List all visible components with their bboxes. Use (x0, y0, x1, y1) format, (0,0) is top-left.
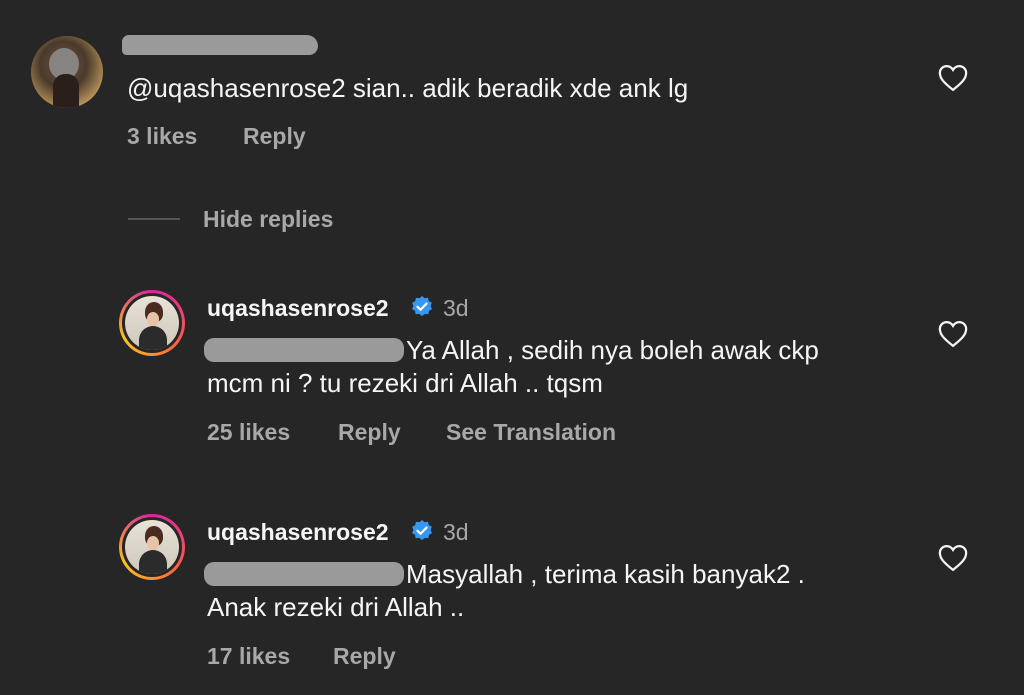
heart-outline-icon[interactable] (938, 544, 968, 572)
commenter-avatar[interactable] (31, 36, 103, 108)
reply-text-line-1: Masyallah , terima kasih banyak2 . (406, 559, 805, 589)
profile-photo (125, 296, 179, 350)
comment-likes[interactable]: 3 likes (127, 123, 197, 150)
reply-likes[interactable]: 25 likes (207, 419, 290, 446)
comment-text: @uqashasenrose2 sian.. adik beradik xde … (127, 73, 689, 103)
redacted-username (122, 35, 318, 55)
reply-button[interactable]: Reply (243, 123, 306, 150)
reply-button[interactable]: Reply (338, 419, 401, 446)
redacted-mention (204, 562, 404, 586)
reply-timestamp: 3d (443, 519, 469, 545)
verified-badge-icon (412, 296, 432, 316)
reply-avatar[interactable] (119, 290, 185, 356)
avatar-figure (53, 74, 79, 108)
redacted-mention (204, 338, 404, 362)
hide-replies-button[interactable]: Hide replies (203, 206, 333, 233)
profile-photo (125, 520, 179, 574)
replies-divider (128, 218, 180, 220)
reply-likes[interactable]: 17 likes (207, 643, 290, 670)
see-translation-button[interactable]: See Translation (446, 419, 616, 446)
reply-text-line-1: Ya Allah , sedih nya boleh awak ckp (406, 335, 819, 365)
verified-badge-icon (412, 520, 432, 540)
reply-button[interactable]: Reply (333, 643, 396, 670)
reply-timestamp: 3d (443, 295, 469, 321)
heart-outline-icon[interactable] (938, 320, 968, 348)
comment-thread: @uqashasenrose2 sian.. adik beradik xde … (0, 0, 1024, 695)
reply-username[interactable]: uqashasenrose2 (207, 295, 389, 322)
reply-username[interactable]: uqashasenrose2 (207, 519, 389, 546)
reply-text-line-2: mcm ni ? tu rezeki dri Allah .. tqsm (207, 368, 603, 398)
reply-text-line-2: Anak rezeki dri Allah .. (207, 592, 465, 622)
heart-outline-icon[interactable] (938, 64, 968, 92)
reply-avatar[interactable] (119, 514, 185, 580)
